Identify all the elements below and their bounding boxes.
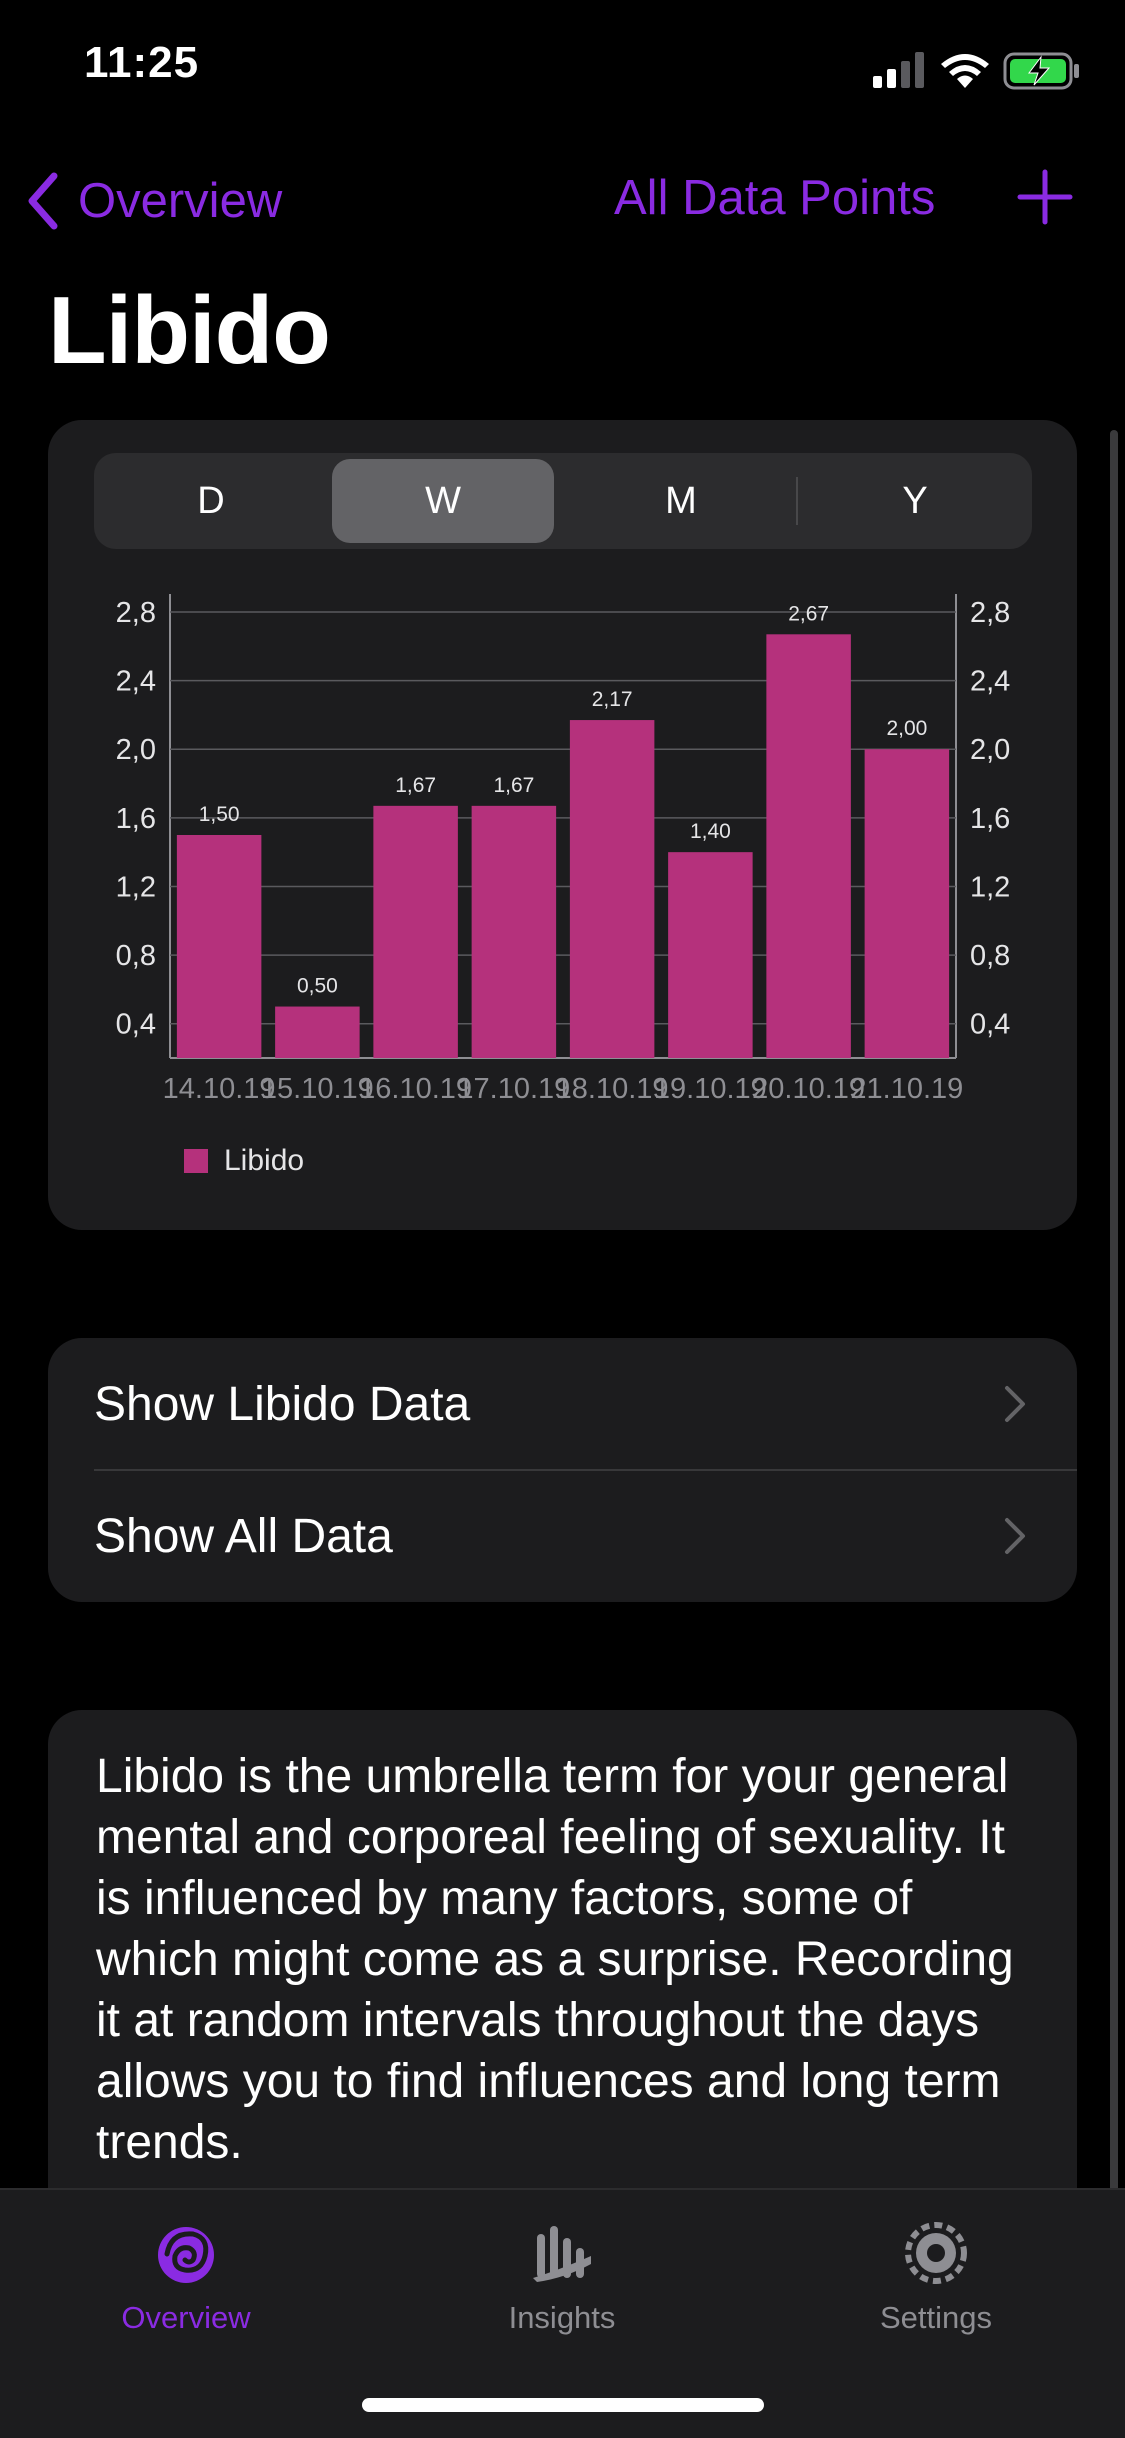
y-tick-label-right: 1,2	[970, 871, 1010, 903]
show-all-data-label: Show All Data	[94, 1509, 393, 1563]
scroll-indicator[interactable]	[1110, 430, 1118, 2210]
tab-overview[interactable]: Overview	[56, 2220, 316, 2336]
y-tick-label-left: 0,8	[116, 940, 156, 972]
overview-icon	[158, 2227, 214, 2283]
bar-value-label: 2,00	[886, 717, 927, 740]
y-tick-label-left: 2,0	[116, 734, 156, 766]
show-all-data-row[interactable]: Show All Data	[48, 1470, 1077, 1602]
y-tick-label-left: 1,6	[116, 803, 156, 835]
legend-label: Libido	[224, 1144, 305, 1177]
all-data-points-button[interactable]: All Data Points	[614, 170, 935, 226]
tab-settings[interactable]: Settings	[806, 2220, 1066, 2336]
tab-insights-label: Insights	[508, 2300, 616, 2335]
show-libido-data-label: Show Libido Data	[94, 1377, 471, 1431]
bar-value-label: 1,67	[493, 774, 534, 797]
chart-bar	[176, 835, 262, 1058]
y-tick-label-right: 2,4	[970, 666, 1010, 698]
back-button[interactable]: Overview	[24, 166, 282, 236]
y-tick-label-right: 1,6	[970, 803, 1010, 835]
chart-legend: Libido	[184, 1144, 304, 1178]
chart-bar	[569, 720, 655, 1058]
x-tick-label: 20.10.19	[752, 1073, 865, 1105]
tab-overview-label: Overview	[121, 2300, 251, 2335]
x-tick-label: 19.10.19	[654, 1073, 767, 1105]
chart-bar	[471, 805, 557, 1058]
chart-bar	[766, 634, 851, 1058]
y-tick-label-left: 2,4	[116, 666, 156, 698]
cellular-signal-icon	[873, 52, 924, 88]
y-tick-label-left: 1,2	[116, 871, 156, 903]
insights-icon	[533, 2226, 591, 2282]
bar-value-label: 1,40	[690, 820, 731, 843]
chart-bar	[275, 1006, 360, 1058]
period-segmented-control: W D M Y	[94, 453, 1032, 549]
bar-value-label: 2,67	[788, 602, 829, 625]
segment-month[interactable]: M	[564, 453, 798, 549]
status-time: 11:25	[84, 38, 200, 87]
chart-bar	[864, 749, 950, 1058]
back-label: Overview	[78, 174, 283, 228]
x-tick-label: 15.10.19	[261, 1073, 374, 1105]
x-tick-label: 17.10.19	[457, 1073, 570, 1105]
y-tick-label-right: 0,4	[970, 1009, 1010, 1041]
x-tick-label: 16.10.19	[359, 1073, 472, 1105]
tab-insights[interactable]: Insights	[432, 2220, 692, 2336]
bar-value-label: 0,50	[297, 975, 338, 998]
y-tick-label-right: 2,8	[970, 597, 1010, 629]
chevron-left-icon	[28, 172, 58, 230]
segment-week[interactable]: W	[332, 459, 554, 543]
show-libido-data-row[interactable]: Show Libido Data	[48, 1338, 1077, 1471]
x-tick-label: 14.10.19	[163, 1073, 276, 1105]
tab-settings-label: Settings	[879, 2300, 992, 2335]
chevron-right-icon	[1005, 1386, 1025, 1422]
segment-year[interactable]: Y	[798, 453, 1032, 549]
wifi-icon	[941, 54, 989, 88]
x-tick-label: 18.10.19	[556, 1073, 669, 1105]
bar-value-label: 1,67	[395, 774, 436, 797]
data-links-list: Show Libido Data Show All Data	[48, 1338, 1077, 1602]
y-tick-label-left: 0,4	[116, 1009, 156, 1041]
home-indicator[interactable]	[362, 2398, 764, 2412]
description-text: Libido is the umbrella term for your gen…	[96, 1750, 1014, 2169]
add-icon[interactable]	[1016, 168, 1074, 226]
status-icons	[873, 52, 1079, 90]
x-tick-label: 21.10.19	[850, 1073, 963, 1105]
settings-icon	[905, 2222, 967, 2284]
chart-bar	[668, 852, 753, 1058]
legend-swatch	[184, 1149, 208, 1173]
chevron-right-icon	[1005, 1518, 1025, 1554]
bar-value-label: 2,17	[592, 688, 633, 711]
chart-bar	[373, 805, 458, 1058]
y-tick-label-right: 2,0	[970, 734, 1010, 766]
y-tick-label-right: 0,8	[970, 940, 1010, 972]
page-title: Libido	[48, 277, 331, 384]
segment-day[interactable]: D	[94, 453, 328, 549]
y-tick-label-left: 2,8	[116, 597, 156, 629]
libido-bar-chart: 0,4 0,4 0,8 0,8 1,2 1,2 1,6 1,6 2,0 2,0 2,4 2,4 2,8 2…	[116, 594, 1010, 1105]
battery-charging-icon	[1003, 52, 1079, 90]
bar-value-label: 1,50	[199, 803, 240, 826]
